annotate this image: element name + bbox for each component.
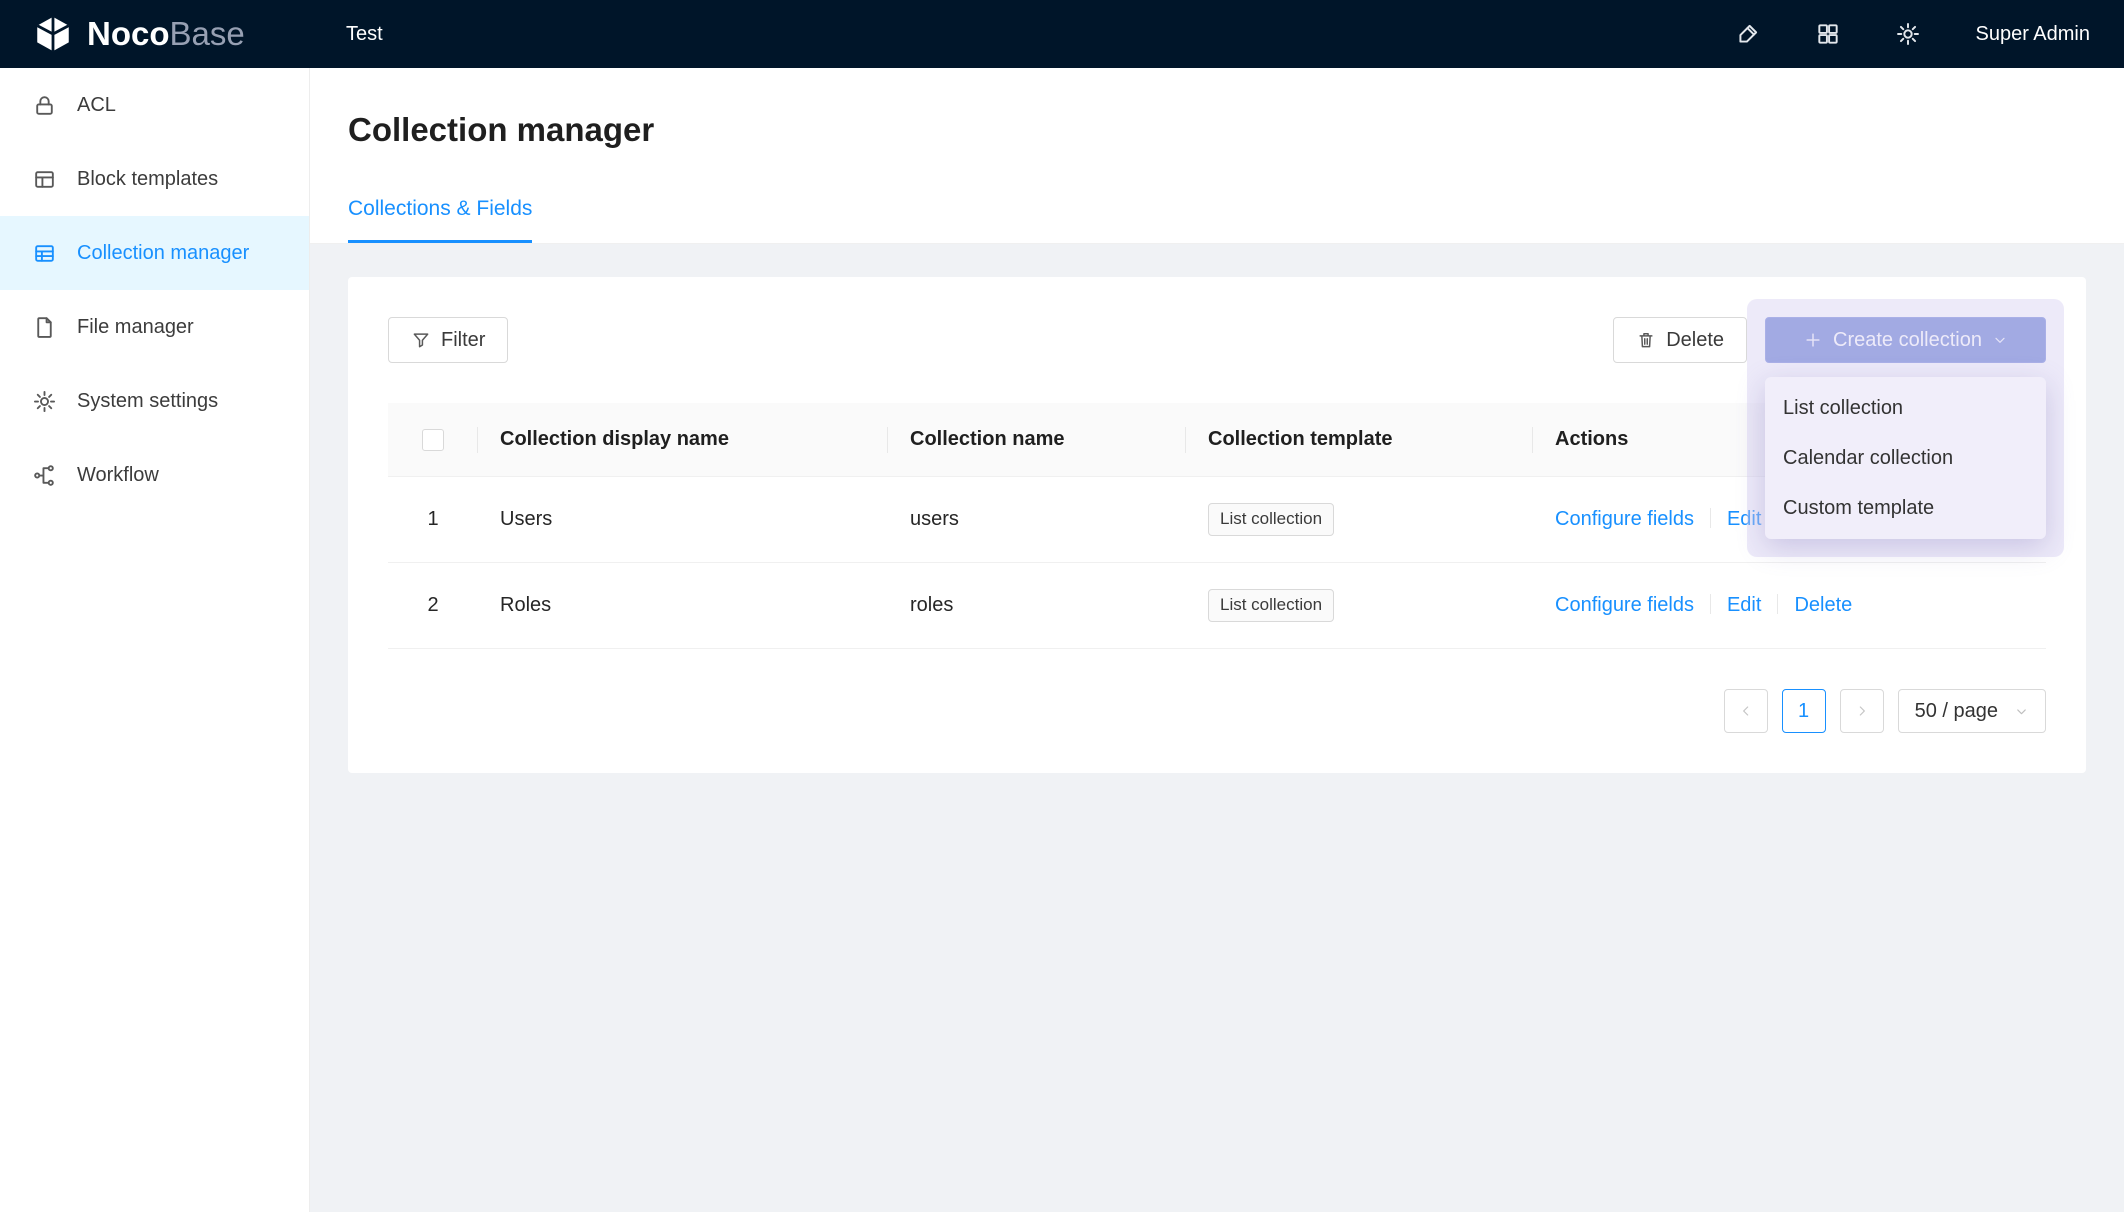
select-all-checkbox[interactable] bbox=[422, 429, 444, 451]
sidebar-item-label: File manager bbox=[77, 316, 194, 339]
plus-icon bbox=[1803, 330, 1823, 350]
row-index: 1 bbox=[388, 508, 478, 531]
collection-template-tag: List collection bbox=[1208, 589, 1334, 621]
sidebar-item-file-manager[interactable]: File manager bbox=[0, 290, 309, 364]
filter-button-label: Filter bbox=[441, 329, 485, 352]
cell-collection-name: users bbox=[888, 508, 1186, 531]
card-toolbar: Filter Delete Create collection bbox=[388, 317, 2046, 363]
page-size-value: 50 / page bbox=[1915, 700, 1998, 723]
lock-icon bbox=[32, 93, 57, 118]
tab-collections-fields[interactable]: Collections & Fields bbox=[348, 196, 532, 243]
column-header-name: Collection name bbox=[888, 428, 1186, 451]
sidebar-item-label: Block templates bbox=[77, 168, 218, 191]
sidebar: ACL Block templates Collection manager F… bbox=[0, 68, 310, 1212]
edit-link[interactable]: Edit bbox=[1727, 594, 1761, 616]
cell-collection-name: roles bbox=[888, 594, 1186, 617]
sidebar-item-label: ACL bbox=[77, 94, 116, 117]
row-index: 2 bbox=[388, 594, 478, 617]
brand-name: NocoBase bbox=[87, 15, 245, 53]
navbar-right: Super Admin bbox=[1735, 21, 2124, 47]
action-divider bbox=[1710, 508, 1711, 528]
pagination: 1 50 / page bbox=[388, 689, 2046, 733]
filter-funnel-icon bbox=[411, 330, 431, 350]
content-area: Filter Delete Create collection bbox=[310, 244, 2124, 1212]
cell-display-name: Users bbox=[478, 508, 888, 531]
settings-gear-icon[interactable] bbox=[1895, 21, 1921, 47]
sidebar-item-system-settings[interactable]: System settings bbox=[0, 364, 309, 438]
nocobase-logo-icon bbox=[32, 13, 74, 55]
pagination-page-1[interactable]: 1 bbox=[1782, 689, 1826, 733]
sidebar-item-label: Workflow bbox=[77, 464, 159, 487]
workflow-icon bbox=[32, 463, 57, 488]
chevron-down-icon bbox=[2014, 704, 2029, 719]
main-area: Collection manager Collections & Fields … bbox=[310, 68, 2124, 1212]
tab-bar: Collections & Fields bbox=[310, 196, 2124, 244]
user-menu[interactable]: Super Admin bbox=[1975, 23, 2090, 46]
sidebar-item-workflow[interactable]: Workflow bbox=[0, 438, 309, 512]
brand-light: Base bbox=[170, 15, 245, 52]
column-header-display-name: Collection display name bbox=[478, 428, 888, 451]
trash-icon bbox=[1636, 330, 1656, 350]
delete-button-label: Delete bbox=[1666, 329, 1724, 352]
page-header: Collection manager bbox=[310, 68, 2124, 152]
sidebar-item-acl[interactable]: ACL bbox=[0, 68, 309, 142]
delete-button[interactable]: Delete bbox=[1613, 317, 1747, 363]
menu-item-custom-template[interactable]: Custom template bbox=[1765, 483, 2046, 533]
brand-bold: Noco bbox=[87, 15, 170, 52]
gear-icon bbox=[32, 389, 57, 414]
configure-fields-link[interactable]: Configure fields bbox=[1555, 508, 1694, 530]
action-divider bbox=[1777, 594, 1778, 614]
cell-template: List collection bbox=[1186, 589, 1533, 621]
sidebar-item-collection-manager[interactable]: Collection manager bbox=[0, 216, 309, 290]
page-title: Collection manager bbox=[348, 108, 2086, 152]
chevron-right-icon bbox=[1854, 703, 1870, 719]
menu-item-calendar-collection[interactable]: Calendar collection bbox=[1765, 433, 2046, 483]
collection-template-tag: List collection bbox=[1208, 503, 1334, 535]
chevron-left-icon bbox=[1738, 703, 1754, 719]
column-header-template: Collection template bbox=[1186, 428, 1533, 451]
top-navbar: NocoBase Test Super Admin bbox=[0, 0, 2124, 68]
sidebar-item-block-templates[interactable]: Block templates bbox=[0, 142, 309, 216]
chevron-down-icon bbox=[1992, 332, 2008, 348]
sidebar-item-label: Collection manager bbox=[77, 242, 249, 265]
cell-template: List collection bbox=[1186, 503, 1533, 535]
pagination-next-button[interactable] bbox=[1840, 689, 1884, 733]
cell-display-name: Roles bbox=[478, 594, 888, 617]
brand-area[interactable]: NocoBase bbox=[0, 13, 310, 55]
blocks-grid-icon[interactable] bbox=[1815, 21, 1841, 47]
page-size-select[interactable]: 50 / page bbox=[1898, 689, 2046, 733]
table-row: 2 Roles roles List collection Configure … bbox=[388, 563, 2046, 649]
top-menu: Test bbox=[310, 23, 1735, 46]
file-icon bbox=[32, 315, 57, 340]
sidebar-item-label: System settings bbox=[77, 390, 218, 413]
edit-link[interactable]: Edit bbox=[1727, 508, 1761, 530]
configure-fields-link[interactable]: Configure fields bbox=[1555, 594, 1694, 616]
create-collection-menu: List collection Calendar collection Cust… bbox=[1765, 377, 2046, 539]
nav-item-test[interactable]: Test bbox=[346, 23, 383, 46]
layout-icon bbox=[32, 167, 57, 192]
select-all-cell bbox=[388, 429, 478, 451]
filter-button[interactable]: Filter bbox=[388, 317, 508, 363]
menu-item-list-collection[interactable]: List collection bbox=[1765, 383, 2046, 433]
delete-link[interactable]: Delete bbox=[1794, 594, 1852, 616]
collections-card: Filter Delete Create collection bbox=[348, 277, 2086, 773]
create-collection-label: Create collection bbox=[1833, 329, 1982, 352]
pagination-prev-button[interactable] bbox=[1724, 689, 1768, 733]
cell-actions: Configure fields Edit Delete bbox=[1533, 594, 2046, 617]
toolbar-right: Delete Create collection bbox=[1613, 317, 2046, 363]
action-divider bbox=[1710, 594, 1711, 614]
create-collection-button[interactable]: Create collection bbox=[1765, 317, 2046, 363]
table-icon bbox=[32, 241, 57, 266]
ui-editor-pen-icon[interactable] bbox=[1735, 21, 1761, 47]
